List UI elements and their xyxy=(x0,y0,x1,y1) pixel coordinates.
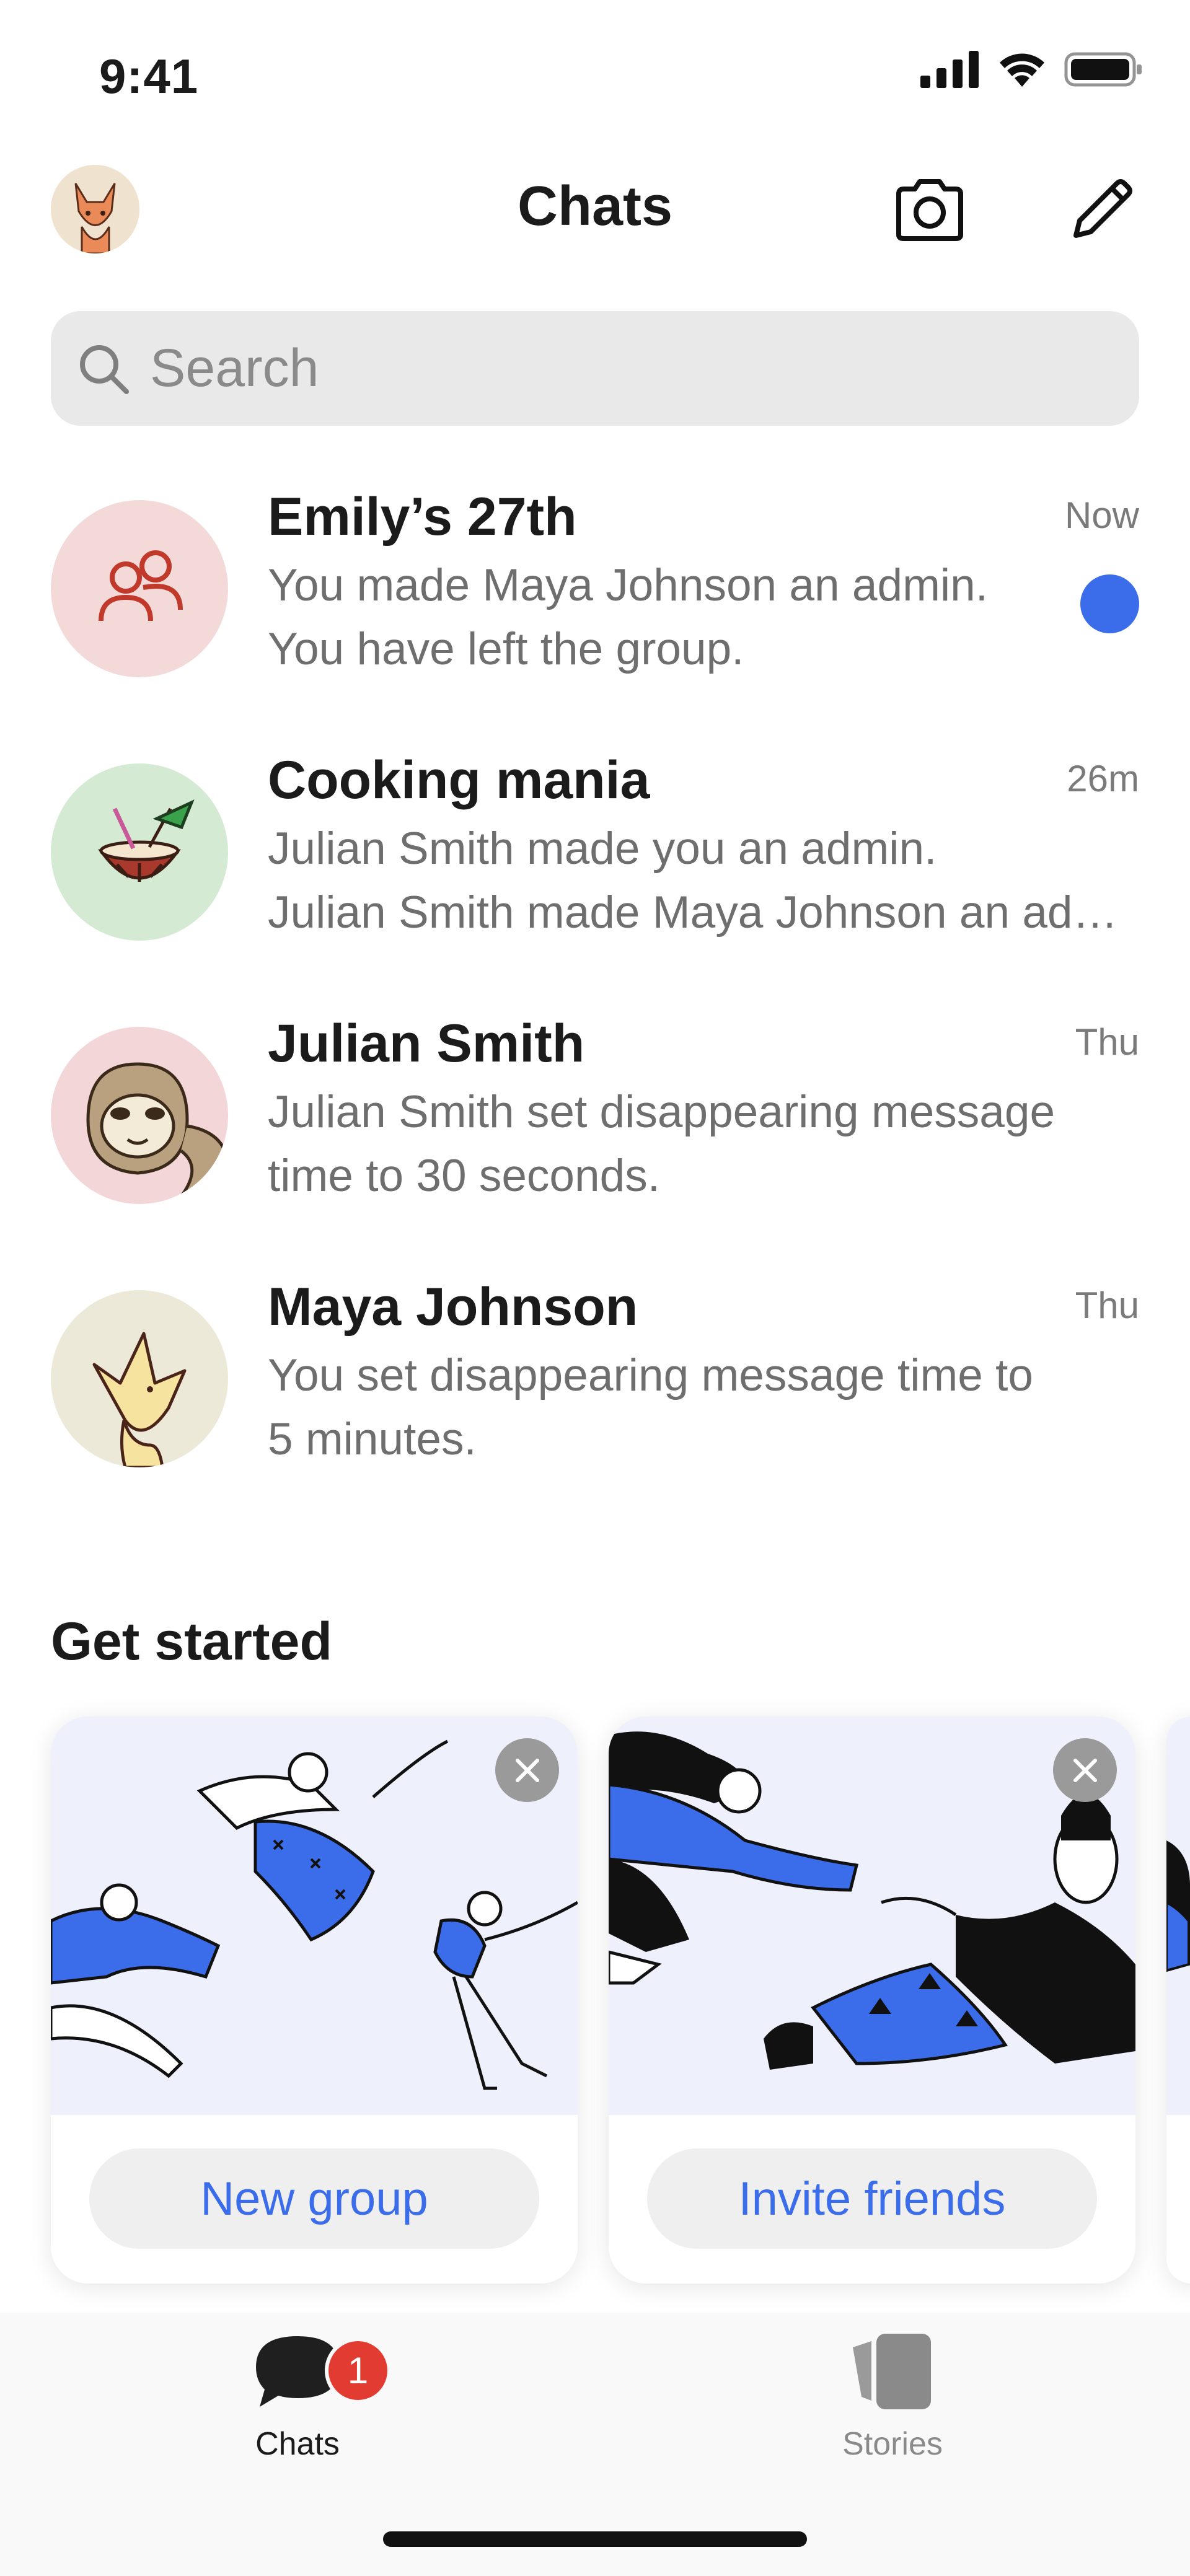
battery-icon xyxy=(1064,52,1142,87)
dismiss-card-button[interactable] xyxy=(1053,1738,1117,1802)
status-icons xyxy=(920,51,1144,88)
invite-friends-card[interactable]: Invite friends xyxy=(609,1717,1135,2284)
cellular-signal-icon xyxy=(920,51,979,88)
chat-name: Cooking mania xyxy=(268,750,650,810)
close-icon xyxy=(1073,1758,1097,1782)
chat-preview: Julian Smith set disappearing message ti… xyxy=(268,1080,1135,1208)
chat-preview-line: You made Maya Johnson an admin. xyxy=(268,560,989,610)
search-icon xyxy=(80,345,129,394)
chat-avatar xyxy=(51,1027,228,1204)
group-icon xyxy=(99,550,183,622)
unread-count-badge: 1 xyxy=(325,2337,391,2404)
chat-preview-line: You have left the group. xyxy=(268,624,744,674)
tab-label: Chats xyxy=(255,2426,340,2462)
chat-row-emily[interactable]: Emily’s 27th Now You made Maya Johnson a… xyxy=(0,480,1190,744)
wifi-icon xyxy=(1000,53,1044,87)
chat-avatar xyxy=(51,500,228,677)
stories-icon xyxy=(853,2334,931,2409)
chat-row-julian-smith[interactable]: Julian Smith Thu Julian Smith set disapp… xyxy=(0,1007,1190,1270)
search-bar[interactable] xyxy=(51,311,1139,426)
chat-row-maya-johnson[interactable]: Maya Johnson Thu You set disappearing me… xyxy=(0,1270,1190,1534)
section-title: Get started xyxy=(51,1612,333,1671)
chat-name: Maya Johnson xyxy=(268,1277,638,1337)
page-title: Chats xyxy=(517,175,673,237)
tab-label: Stories xyxy=(842,2426,943,2462)
close-icon xyxy=(515,1758,539,1782)
chat-time: Now xyxy=(1064,495,1139,536)
status-time: 9:41 xyxy=(99,49,199,103)
tab-chats[interactable]: 1 Chats xyxy=(167,2331,428,2517)
camera-button[interactable] xyxy=(886,166,973,253)
coconut-drink-icon xyxy=(98,799,195,882)
sloth-icon xyxy=(86,1062,228,1204)
next-card-peek[interactable] xyxy=(1166,1717,1190,2284)
chat-name: Julian Smith xyxy=(268,1014,585,1073)
compose-button[interactable] xyxy=(1059,166,1145,253)
chat-preview: You set disappearing message time to 5 m… xyxy=(268,1343,1135,1471)
invite-friends-button[interactable]: Invite friends xyxy=(647,2148,1097,2249)
chat-row-cooking-mania[interactable]: Cooking mania 26m Julian Smith made you … xyxy=(0,744,1190,1007)
chat-avatar xyxy=(51,763,228,941)
search-input[interactable] xyxy=(149,337,1081,400)
unread-indicator xyxy=(1080,574,1139,633)
peek-illustration xyxy=(1166,1840,1190,1972)
camera-icon xyxy=(896,179,963,241)
chat-avatar xyxy=(51,1290,228,1467)
new-group-card[interactable]: New group xyxy=(51,1717,578,2284)
chat-preview-line: You set disappearing message time to xyxy=(268,1350,1034,1400)
chat-preview-line: Julian Smith made you an admin. xyxy=(268,824,937,874)
pencil-icon xyxy=(1073,179,1132,238)
new-group-button[interactable]: New group xyxy=(89,2148,539,2249)
home-indicator xyxy=(383,2531,807,2547)
fox-icon xyxy=(92,1332,187,1467)
chat-time: 26m xyxy=(1067,758,1139,799)
chat-preview-line: Julian Smith made Maya Johnson an admin. xyxy=(268,887,1135,938)
chat-preview: Julian Smith made you an admin. Julian S… xyxy=(268,817,1135,944)
chat-preview-line: 5 minutes. xyxy=(268,1414,477,1464)
chat-preview-line: time to 30 seconds. xyxy=(268,1151,661,1201)
chat-name: Emily’s 27th xyxy=(268,487,577,547)
chat-time: Thu xyxy=(1075,1285,1139,1326)
card-illustration xyxy=(1166,1717,1190,2115)
chat-time: Thu xyxy=(1075,1021,1139,1063)
chat-preview: You made Maya Johnson an admin. You have… xyxy=(268,553,1011,681)
dismiss-card-button[interactable] xyxy=(495,1738,559,1802)
chat-preview-line: Julian Smith set disappearing message xyxy=(268,1087,1056,1137)
tab-stories[interactable]: Stories xyxy=(762,2331,1023,2517)
